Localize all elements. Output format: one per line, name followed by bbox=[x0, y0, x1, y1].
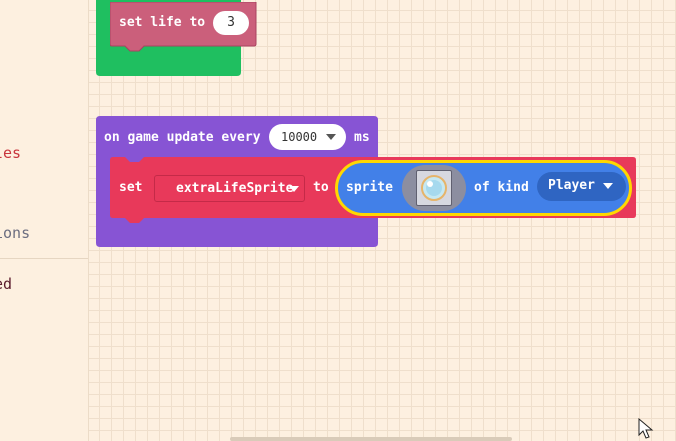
set-life-label: set life to bbox=[119, 15, 206, 30]
kind-value: Player bbox=[548, 178, 595, 193]
toolbox-category-label: ions bbox=[0, 224, 31, 242]
toolbox-category-label: les bbox=[0, 144, 22, 162]
horizontal-scrollbar[interactable] bbox=[230, 437, 512, 441]
toolbox-category-label: ed bbox=[0, 275, 13, 293]
life-value-text: 3 bbox=[227, 15, 235, 30]
life-value-input[interactable]: 3 bbox=[213, 11, 249, 35]
chevron-down-icon bbox=[326, 134, 336, 140]
toolbox-sidebar: les ions ed bbox=[0, 0, 89, 441]
toolbox-divider bbox=[0, 258, 88, 259]
interval-value: 10000 bbox=[281, 130, 318, 144]
to-label: to bbox=[313, 180, 329, 195]
of-kind-label: of kind bbox=[474, 180, 529, 195]
variable-dropdown[interactable]: extraLifeSprite bbox=[154, 175, 305, 202]
blocks-workspace[interactable]: set life to 3 on game update every 10000… bbox=[89, 0, 676, 441]
chevron-down-icon bbox=[603, 183, 613, 189]
interval-unit: ms bbox=[354, 130, 370, 145]
toolbox-category-variables[interactable]: les bbox=[0, 144, 21, 162]
mouse-cursor-icon bbox=[638, 418, 654, 439]
life-orb-icon bbox=[421, 175, 447, 201]
chevron-down-icon bbox=[289, 186, 299, 192]
set-label: set bbox=[119, 180, 143, 195]
kind-dropdown[interactable]: Player bbox=[537, 172, 626, 201]
toolbox-category-functions[interactable]: ions bbox=[0, 224, 30, 242]
game-update-label: on game update every bbox=[104, 130, 261, 145]
sprite-of-kind-block[interactable]: sprite of kind Player bbox=[335, 160, 632, 216]
variable-name: extraLifeSprite bbox=[176, 181, 294, 196]
toolbox-category-advanced[interactable]: ed bbox=[0, 275, 12, 293]
interval-dropdown[interactable]: 10000 bbox=[269, 124, 346, 150]
sprite-label: sprite bbox=[346, 180, 393, 195]
sprite-image-picker[interactable] bbox=[402, 165, 466, 211]
sprite-thumbnail bbox=[416, 170, 452, 206]
